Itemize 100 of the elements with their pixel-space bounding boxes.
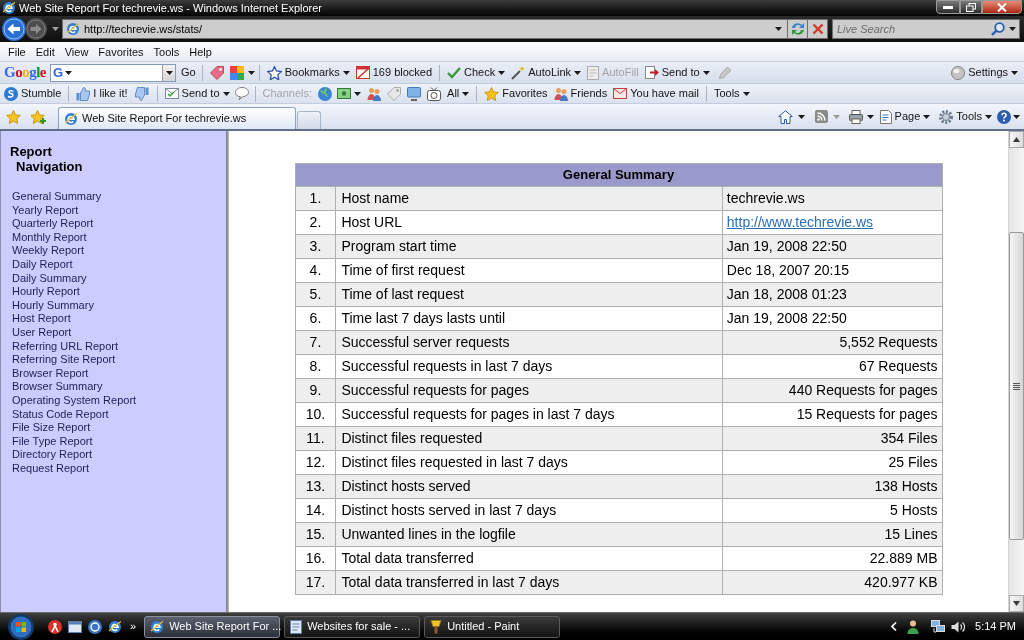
nav-link[interactable]: Yearly Report bbox=[12, 203, 79, 218]
toolbar-button[interactable]: AutoLink bbox=[508, 63, 585, 82]
caret-icon[interactable] bbox=[797, 114, 805, 119]
nav-link[interactable]: Hourly Summary bbox=[12, 298, 94, 313]
tv-icon[interactable] bbox=[427, 86, 442, 101]
stop-button[interactable] bbox=[808, 19, 828, 39]
caret-icon[interactable] bbox=[354, 91, 362, 96]
close-button[interactable] bbox=[982, 0, 1022, 14]
toolbar-button[interactable]: Friends bbox=[550, 84, 611, 103]
toolbar-button[interactable]: Stumble bbox=[1, 84, 65, 103]
toolbar-button[interactable]: Tools bbox=[710, 84, 753, 103]
tag-icon[interactable] bbox=[209, 65, 224, 80]
ring-icon[interactable] bbox=[88, 619, 102, 634]
search-field[interactable]: Live Search bbox=[832, 19, 1020, 39]
menu-item[interactable]: Favorites bbox=[93, 43, 149, 60]
nav-link[interactable]: Monthly Report bbox=[12, 230, 87, 245]
nav-link[interactable]: Referring URL Report bbox=[12, 339, 118, 354]
toolbar-button[interactable]: I like it! bbox=[73, 84, 131, 103]
nav-link[interactable]: Daily Summary bbox=[12, 271, 87, 286]
menu-item[interactable]: Edit bbox=[30, 43, 60, 60]
nav-link[interactable]: Daily Report bbox=[12, 257, 73, 272]
chevron-left-icon[interactable] bbox=[891, 622, 898, 631]
nav-link[interactable]: Status Code Report bbox=[12, 407, 109, 422]
monitor-icon[interactable] bbox=[407, 86, 422, 101]
nav-link[interactable]: Hourly Report bbox=[12, 285, 80, 299]
network-icon[interactable] bbox=[931, 620, 946, 633]
start-orb-icon[interactable] bbox=[8, 613, 34, 640]
feed-icon[interactable] bbox=[814, 110, 828, 123]
menu-item[interactable]: View bbox=[59, 43, 94, 60]
favorites-star-icon[interactable] bbox=[6, 109, 21, 124]
go-button[interactable]: Go bbox=[179, 67, 198, 78]
more-button[interactable]: » bbox=[128, 621, 139, 632]
speech-bubble-icon[interactable] bbox=[234, 87, 249, 100]
task-button[interactable]: Untitled - Paint bbox=[424, 615, 561, 638]
search-input[interactable]: Live Search bbox=[837, 20, 991, 38]
nav-link[interactable]: Browser Summary bbox=[12, 380, 103, 394]
tab[interactable]: Web Site Report For techrevie.ws bbox=[58, 107, 296, 129]
tiles-icon[interactable] bbox=[229, 65, 244, 80]
task-button[interactable]: Web Site Report For ... bbox=[144, 615, 281, 638]
forward-icon[interactable] bbox=[25, 18, 47, 40]
toolbar-button[interactable]: You have mail bbox=[610, 84, 702, 103]
toolbar-button[interactable]: Bookmarks bbox=[263, 63, 353, 82]
caret-icon[interactable] bbox=[1009, 27, 1016, 31]
speaker-icon[interactable] bbox=[951, 620, 966, 633]
e-logo-icon[interactable] bbox=[108, 619, 122, 634]
nav-link[interactable]: General Summary bbox=[12, 190, 102, 204]
refresh-button[interactable] bbox=[788, 19, 808, 39]
menu-item[interactable]: Help bbox=[184, 43, 217, 60]
nav-link[interactable]: Weekly Report bbox=[12, 244, 84, 258]
search-field[interactable]: G bbox=[50, 63, 176, 82]
people-icon[interactable] bbox=[367, 86, 382, 101]
nav-link[interactable]: File Type Report bbox=[12, 434, 93, 449]
toolbar-button[interactable]: Tools bbox=[936, 107, 995, 126]
minimize-button[interactable] bbox=[936, 0, 960, 14]
back-icon[interactable] bbox=[2, 17, 26, 41]
nav-link[interactable]: Host Report bbox=[12, 312, 71, 326]
scrollbar-thumb[interactable] bbox=[1009, 232, 1024, 540]
caret-icon[interactable] bbox=[1013, 114, 1020, 119]
figure-icon[interactable] bbox=[48, 619, 62, 634]
toolbar-button[interactable]: Send to bbox=[161, 84, 233, 103]
window-icon[interactable] bbox=[68, 620, 82, 633]
nav-link[interactable]: Request Report bbox=[12, 461, 90, 476]
caret-icon[interactable] bbox=[866, 114, 874, 119]
engine-button[interactable]: G bbox=[51, 66, 73, 79]
caret-icon[interactable] bbox=[775, 27, 782, 31]
home-icon[interactable] bbox=[777, 109, 793, 124]
nav-link[interactable]: Operating System Report bbox=[12, 393, 137, 408]
globe-icon[interactable] bbox=[318, 86, 333, 101]
caret-icon[interactable] bbox=[52, 27, 59, 31]
toolbar-button[interactable]: Check bbox=[444, 63, 509, 82]
star-plus-icon[interactable] bbox=[31, 109, 46, 124]
printer-icon[interactable] bbox=[848, 109, 863, 124]
menu-item[interactable]: File bbox=[3, 43, 31, 60]
nav-link[interactable]: Browser Report bbox=[12, 366, 89, 381]
toolbar-button[interactable]: Page bbox=[876, 107, 934, 126]
toolbar-button[interactable]: Settings bbox=[948, 63, 1021, 82]
scroll-up-button[interactable] bbox=[1009, 131, 1024, 148]
banknote-icon[interactable] bbox=[337, 88, 352, 99]
task-button[interactable]: Websites for sale - ... bbox=[284, 615, 421, 638]
nav-link[interactable]: Referring Site Report bbox=[12, 353, 116, 367]
toolbar-button[interactable]: Favorites bbox=[481, 84, 551, 103]
toolbar-button[interactable]: All bbox=[444, 84, 473, 103]
nav-link[interactable]: Directory Report bbox=[12, 448, 93, 462]
restore-button[interactable] bbox=[960, 0, 982, 14]
person-icon[interactable] bbox=[907, 619, 920, 634]
caret-icon[interactable] bbox=[247, 70, 255, 75]
down-arrow-icon bbox=[1013, 601, 1020, 606]
dropdown-button[interactable] bbox=[162, 64, 175, 81]
help-icon[interactable] bbox=[997, 109, 1011, 124]
table-cell: 11. bbox=[295, 426, 336, 451]
toolbar-button[interactable]: Send to bbox=[641, 63, 713, 82]
thumbs-down-icon[interactable] bbox=[134, 86, 149, 101]
nav-link[interactable]: User Report bbox=[12, 325, 72, 340]
nav-link[interactable]: Quarterly Report bbox=[12, 217, 94, 231]
scroll-down-button[interactable] bbox=[1009, 595, 1024, 612]
search-icon[interactable] bbox=[991, 22, 1005, 36]
url-link[interactable]: http://www.techrevie.ws bbox=[726, 214, 874, 230]
toolbar-button[interactable]: 169 blocked bbox=[352, 63, 436, 82]
nav-link[interactable]: File Size Report bbox=[12, 421, 91, 435]
menu-item[interactable]: Tools bbox=[148, 43, 185, 60]
